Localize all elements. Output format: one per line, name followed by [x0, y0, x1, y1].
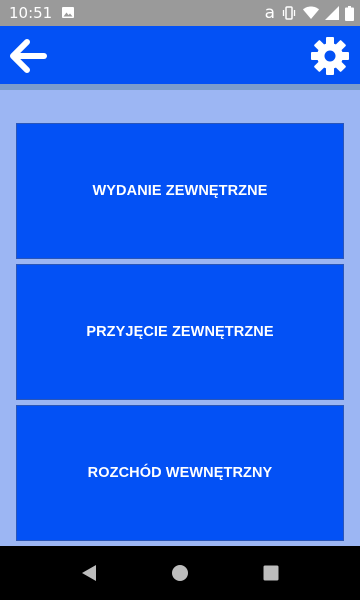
- settings-button[interactable]: [310, 36, 350, 76]
- photo-icon: [62, 7, 74, 18]
- arrow-left-icon: [10, 39, 47, 73]
- status-icons: a: [265, 3, 354, 23]
- wifi-icon: [303, 6, 319, 19]
- status-bar: 10:51 a: [0, 0, 360, 26]
- menu-item-wydanie-zewnetrzne[interactable]: WYDANIE ZEWNĘTRZNE: [16, 123, 344, 259]
- app-header: [0, 26, 360, 84]
- menu-item-label: PRZYJĘCIE ZEWNĘTRZNE: [86, 324, 274, 340]
- menu-panel: WYDANIE ZEWNĘTRZNE PRZYJĘCIE ZEWNĘTRZNE …: [0, 90, 360, 546]
- menu-item-rozchod-wewnetrzny[interactable]: ROZCHÓD WEWNĘTRZNY: [16, 405, 344, 541]
- menu-item-przyjecie-zewnetrzne[interactable]: PRZYJĘCIE ZEWNĘTRZNE: [16, 264, 344, 400]
- nav-home-icon[interactable]: [171, 564, 189, 582]
- battery-icon: [345, 5, 354, 21]
- nav-recents-icon[interactable]: [262, 564, 280, 582]
- status-time: 10:51: [9, 4, 53, 22]
- nav-back-icon[interactable]: [80, 564, 98, 582]
- amazon-a-icon: a: [264, 3, 275, 23]
- back-button[interactable]: [8, 36, 48, 76]
- gear-icon: [311, 37, 349, 75]
- vibrate-icon: [282, 6, 296, 20]
- system-nav-bar: [0, 546, 360, 600]
- menu-item-label: ROZCHÓD WEWNĘTRZNY: [87, 465, 273, 481]
- signal-icon: [325, 6, 339, 20]
- menu-item-label: WYDANIE ZEWNĘTRZNE: [92, 183, 268, 199]
